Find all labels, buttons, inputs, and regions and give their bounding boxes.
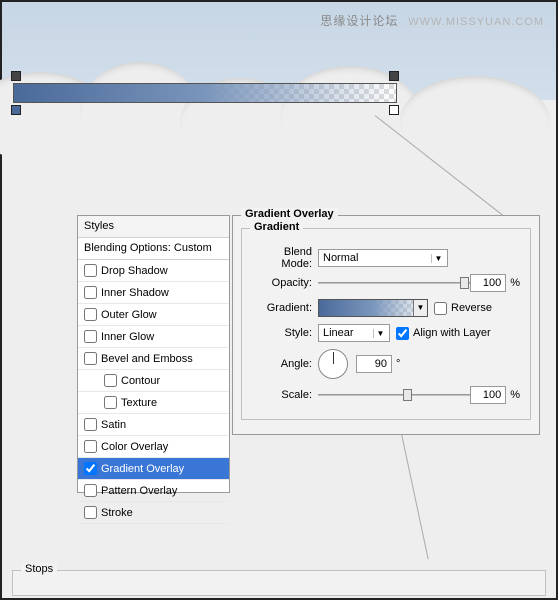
gradient-group-title: Gradient [250, 221, 303, 233]
angle-row: Angle: ° [252, 348, 520, 380]
scale-input[interactable] [470, 386, 506, 404]
style-checkbox[interactable] [84, 462, 97, 475]
style-checkbox[interactable] [84, 440, 97, 453]
style-checkbox[interactable] [84, 308, 97, 321]
opacity-label: Opacity: [252, 277, 318, 289]
style-item-satin[interactable]: Satin [78, 414, 229, 436]
style-checkbox[interactable] [104, 374, 117, 387]
style-item-gradient-overlay[interactable]: Gradient Overlay [78, 458, 229, 480]
gradient-bar[interactable] [13, 73, 397, 113]
opacity-stop[interactable] [11, 71, 21, 81]
gradient-overlay-panel: Gradient Overlay Gradient Blend Mode: No… [232, 215, 540, 435]
style-dropdown[interactable]: Linear ▼ [318, 324, 390, 342]
color-stop[interactable] [389, 105, 399, 115]
style-checkbox[interactable] [84, 418, 97, 431]
style-item-texture[interactable]: Texture [78, 392, 229, 414]
style-item-inner-shadow[interactable]: Inner Shadow [78, 282, 229, 304]
align-checkbox-input[interactable] [396, 327, 409, 340]
gradient-row: Gradient: ▼ Reverse [252, 298, 520, 318]
color-stop[interactable] [11, 105, 21, 115]
style-checkbox[interactable] [84, 484, 97, 497]
scale-row: Scale: % [252, 385, 520, 405]
styles-list: Drop Shadow Inner Shadow Outer Glow Inner G… [78, 260, 229, 524]
style-item-drop-shadow[interactable]: Drop Shadow [78, 260, 229, 282]
style-checkbox[interactable] [84, 286, 97, 299]
opacity-row: Opacity: % [252, 273, 520, 293]
gradient-label: Gradient: [252, 302, 318, 314]
reverse-checkbox[interactable]: Reverse [434, 302, 492, 315]
style-item-label: Gradient Overlay [101, 463, 184, 475]
align-checkbox[interactable]: Align with Layer [396, 327, 491, 340]
style-row: Style: Linear ▼ Align with Layer [252, 323, 520, 343]
style-item-inner-glow[interactable]: Inner Glow [78, 326, 229, 348]
watermark: 思缘设计论坛 WWW.MISSYUAN.COM [320, 12, 544, 29]
style-checkbox[interactable] [104, 396, 117, 409]
style-item-label: Contour [121, 375, 160, 387]
scale-label: Scale: [252, 389, 318, 401]
opacity-stop[interactable] [389, 71, 399, 81]
styles-header[interactable]: Styles [78, 216, 229, 238]
watermark-url: WWW.MISSYUAN.COM [408, 16, 544, 28]
style-item-label: Pattern Overlay [101, 485, 177, 497]
style-checkbox[interactable] [84, 352, 97, 365]
style-checkbox[interactable] [84, 506, 97, 519]
style-item-label: Texture [121, 397, 157, 409]
opacity-input[interactable] [470, 274, 506, 292]
style-item-label: Bevel and Emboss [101, 353, 193, 365]
gradient-preview[interactable] [13, 83, 397, 103]
watermark-cn: 思缘设计论坛 [320, 14, 398, 28]
angle-input[interactable] [356, 355, 392, 373]
angle-unit: ° [396, 358, 400, 370]
chevron-down-icon: ▼ [373, 329, 387, 338]
style-checkbox[interactable] [84, 330, 97, 343]
style-item-label: Satin [101, 419, 126, 431]
style-item-label: Color Overlay [101, 441, 168, 453]
blend-mode-value: Normal [323, 252, 358, 264]
style-item-stroke[interactable]: Stroke [78, 502, 229, 524]
blending-options-row[interactable]: Blending Options: Custom [78, 238, 229, 260]
style-item-bevel-and-emboss[interactable]: Bevel and Emboss [78, 348, 229, 370]
chevron-down-icon: ▼ [431, 254, 445, 263]
reverse-checkbox-input[interactable] [434, 302, 447, 315]
opacity-slider[interactable] [318, 275, 470, 291]
style-item-label: Stroke [101, 507, 133, 519]
align-label: Align with Layer [413, 327, 491, 339]
style-label: Style: [252, 327, 318, 339]
chevron-down-icon: ▼ [413, 300, 427, 316]
pct-label: % [510, 277, 520, 289]
style-item-label: Inner Shadow [101, 287, 169, 299]
style-item-color-overlay[interactable]: Color Overlay [78, 436, 229, 458]
style-item-label: Outer Glow [101, 309, 157, 321]
gradient-swatch-dropdown[interactable]: ▼ [318, 299, 428, 317]
scale-slider[interactable] [318, 387, 470, 403]
blend-mode-row: Blend Mode: Normal ▼ [252, 248, 520, 268]
reverse-label: Reverse [451, 302, 492, 314]
angle-dial[interactable] [318, 349, 348, 379]
style-item-label: Inner Glow [101, 331, 154, 343]
style-value: Linear [323, 327, 354, 339]
style-item-contour[interactable]: Contour [78, 370, 229, 392]
style-item-label: Drop Shadow [101, 265, 168, 277]
style-checkbox[interactable] [84, 264, 97, 277]
section-title: Gradient Overlay [241, 208, 338, 220]
angle-label: Angle: [252, 358, 318, 370]
blend-mode-dropdown[interactable]: Normal ▼ [318, 249, 448, 267]
styles-panel: Styles Blending Options: Custom Drop Sha… [77, 215, 230, 493]
style-item-outer-glow[interactable]: Outer Glow [78, 304, 229, 326]
blend-mode-label: Blend Mode: [252, 246, 318, 270]
style-item-pattern-overlay[interactable]: Pattern Overlay [78, 480, 229, 502]
pct-label: % [510, 389, 520, 401]
stops-title: Stops [21, 563, 57, 575]
